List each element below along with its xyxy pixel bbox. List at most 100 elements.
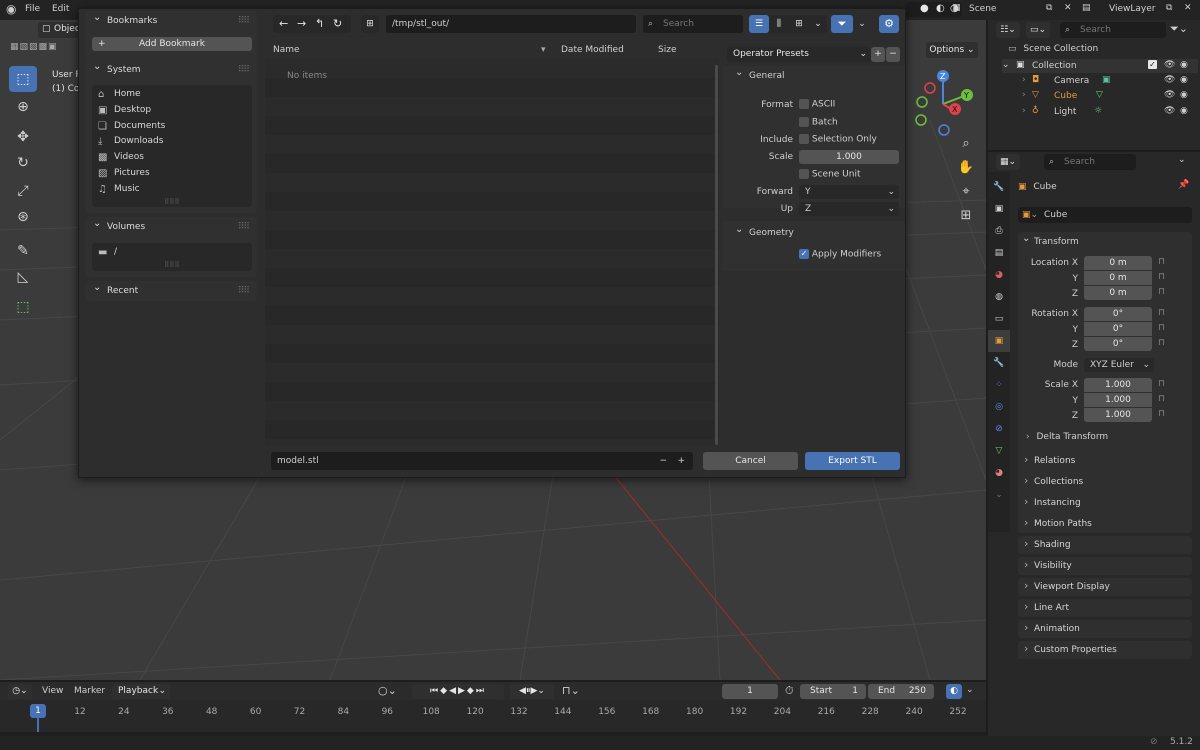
object-tab-icon[interactable]: ▣ [988, 330, 1010, 352]
system-item-desktop[interactable]: ▣ Desktop [92, 103, 252, 119]
rotation-x-field[interactable]: 0° [1084, 307, 1152, 321]
outliner-display-mode-icon[interactable]: ☷⌄ [996, 22, 1020, 38]
material-tab-icon[interactable]: ◕ [988, 462, 1010, 484]
view-layer-name[interactable]: ViewLayer [1109, 4, 1155, 14]
pan-hand-icon[interactable]: ✋ [956, 160, 976, 184]
tabs-overflow-chevron-icon[interactable]: ⌄ [988, 484, 1010, 506]
section-custom-properties[interactable]: Custom Properties [1018, 640, 1192, 659]
auto-keying-icon[interactable]: ○⌄ [378, 684, 397, 697]
system-header[interactable]: System⠿⠿ [85, 57, 257, 80]
blender-logo-icon[interactable]: ◉ [6, 2, 16, 16]
jump-end-icon[interactable]: ⏭ [476, 686, 486, 696]
properties-options-chevron-icon[interactable]: ⌄ [1178, 155, 1186, 165]
thumbnails-icon[interactable]: ⊞ [789, 15, 809, 33]
material-shading-icon[interactable]: ◐ [936, 3, 945, 14]
options-button[interactable]: Options ⌄ [926, 42, 978, 58]
playback-controls[interactable]: ⏮◆◀▶◆⏭ [412, 684, 504, 699]
playhead-indicator[interactable]: 1 [30, 704, 46, 718]
menu-edit[interactable]: Edit [52, 4, 69, 14]
transform-tool-icon[interactable]: ⊛ [9, 204, 37, 230]
editor-type-icon[interactable]: ▦⌄ [996, 154, 1020, 170]
refresh-icon[interactable]: ↻ [333, 17, 342, 30]
rotation-mode-select[interactable]: XYZ Euler ⌄ [1084, 358, 1154, 372]
remove-view-layer-icon[interactable]: ✕ [1184, 3, 1192, 13]
settings-gear-icon[interactable]: ⚙ [879, 15, 899, 33]
object-name-field[interactable]: ▣⌄ Cube [1018, 207, 1192, 223]
section-visibility[interactable]: Visibility [1018, 556, 1192, 575]
section-line-art[interactable]: Line Art [1018, 598, 1192, 617]
new-scene-icon[interactable]: ⧉ [1046, 3, 1052, 13]
camera-visibility-icon[interactable]: 👁 [1164, 75, 1175, 85]
constraints-tab-icon[interactable]: ⊘ [988, 418, 1010, 440]
forward-axis-select[interactable]: Y ⌄ [799, 185, 899, 199]
filter-options-chevron-icon[interactable]: ⌄ [855, 15, 869, 33]
render-camera-icon[interactable]: ◉ [1180, 60, 1188, 70]
scale-x-field[interactable]: 1.000 [1084, 378, 1152, 392]
scene-collection-row[interactable]: ▭ Scene Collection [1008, 44, 1098, 54]
end-frame-field[interactable]: End 250 [868, 684, 934, 699]
remove-preset-icon[interactable]: − [886, 47, 900, 62]
camera-render-icon[interactable]: ◉ [1180, 75, 1188, 85]
file-list[interactable]: Name ▾ Date Modified Size No items [265, 41, 719, 445]
column-size[interactable]: Size [658, 41, 676, 59]
display-options-chevron-icon[interactable]: ⌄ [809, 15, 827, 33]
scene-unit-checkbox[interactable]: Scene Unit [799, 169, 861, 180]
timeline-view-menu[interactable]: View [42, 686, 63, 696]
keyframe-nav-buttons[interactable]: ◀⏸▶⌄ [510, 684, 554, 699]
physics-tab-icon[interactable]: ◎ [988, 396, 1010, 418]
vertical-list-icon[interactable]: ☰ [749, 15, 769, 33]
scale-y-field[interactable]: 1.000 [1084, 393, 1152, 407]
recent-header[interactable]: Recent⠿⠿ [85, 278, 257, 301]
rotation-y-field[interactable]: 0° [1084, 322, 1152, 336]
section-shading[interactable]: Shading [1018, 535, 1192, 554]
world-tab-icon[interactable]: ◍ [988, 286, 1010, 308]
lock-scale-x-icon[interactable]: ⊓ [1158, 379, 1165, 389]
timeline-editor-icon[interactable]: ◷⌄ [8, 684, 32, 699]
column-name[interactable]: Name [273, 41, 300, 59]
remove-scene-icon[interactable]: ✕ [1064, 3, 1072, 13]
current-frame-field[interactable]: 1 [722, 684, 778, 699]
next-keyframe-icon[interactable]: ◆ [467, 686, 476, 696]
timeline-marker-menu[interactable]: Marker [74, 686, 105, 696]
volumes-header[interactable]: Volumes⠿⠿ [85, 214, 257, 237]
collection-tab-icon[interactable]: ▭ [988, 308, 1010, 330]
cancel-button[interactable]: Cancel [703, 452, 798, 470]
lock-location-z-icon[interactable]: ⊓ [1158, 287, 1165, 297]
parent-directory-icon[interactable]: ↰ [315, 17, 324, 30]
up-axis-select[interactable]: Z ⌄ [799, 202, 899, 216]
lock-scale-y-icon[interactable]: ⊓ [1158, 394, 1165, 404]
list-resize-grip-icon[interactable]: ⠿⠿⠿ [92, 198, 252, 206]
lock-rotation-y-icon[interactable]: ⊓ [1158, 323, 1165, 333]
scene-tab-icon[interactable]: ◕ [988, 264, 1010, 286]
new-folder-icon[interactable]: ⊞ [361, 15, 379, 33]
visibility-eye-icon[interactable]: 👁 [1164, 60, 1175, 70]
increment-filename-icon[interactable]: + [677, 452, 685, 470]
prev-keyframe-icon[interactable]: ◆ [440, 686, 449, 696]
sync-chevron-icon[interactable]: ⌄ [966, 685, 974, 695]
lock-rotation-x-icon[interactable]: ⊓ [1158, 308, 1165, 318]
move-tool-icon[interactable]: ✥ [9, 124, 37, 150]
proportional-editing-icon[interactable]: ⊓⌄ [562, 684, 580, 697]
batch-checkbox[interactable]: Batch [799, 117, 838, 128]
section-viewport-display[interactable]: Viewport Display [1018, 577, 1192, 596]
pin-icon[interactable]: 📌 [1178, 180, 1189, 190]
lock-rotation-z-icon[interactable]: ⊓ [1158, 338, 1165, 348]
selection-only-checkbox[interactable]: Selection Only [799, 134, 877, 145]
rotation-z-field[interactable]: 0° [1084, 337, 1152, 351]
volumes-resize-grip-icon[interactable]: ⠿⠿⠿ [92, 261, 252, 269]
scale-field[interactable]: 1.000 [799, 150, 899, 164]
select-box-mode-icon[interactable]: ▦▧▨▩▣ [10, 42, 58, 52]
data-tab-icon[interactable]: ▽ [988, 440, 1010, 462]
add-preset-icon[interactable]: + [871, 47, 885, 62]
general-header[interactable]: ⌄ General [723, 66, 905, 86]
jump-start-icon[interactable]: ⏮ [430, 686, 440, 696]
system-item-music[interactable]: ♫ Music [92, 182, 252, 198]
delta-transform-subpanel[interactable]: › Delta Transform [1026, 432, 1108, 442]
system-item-downloads[interactable]: ⤓ Downloads [92, 134, 252, 150]
sort-arrow-icon[interactable]: ▾ [541, 41, 546, 59]
measure-tool-icon[interactable]: ◺ [9, 264, 37, 290]
transform-header[interactable]: ⌄ Transform [1018, 232, 1192, 252]
section-motion-paths[interactable]: Motion Paths [1018, 514, 1192, 533]
particles-tab-icon[interactable]: ⁘ [988, 374, 1010, 396]
lock-location-y-icon[interactable]: ⊓ [1158, 272, 1165, 282]
